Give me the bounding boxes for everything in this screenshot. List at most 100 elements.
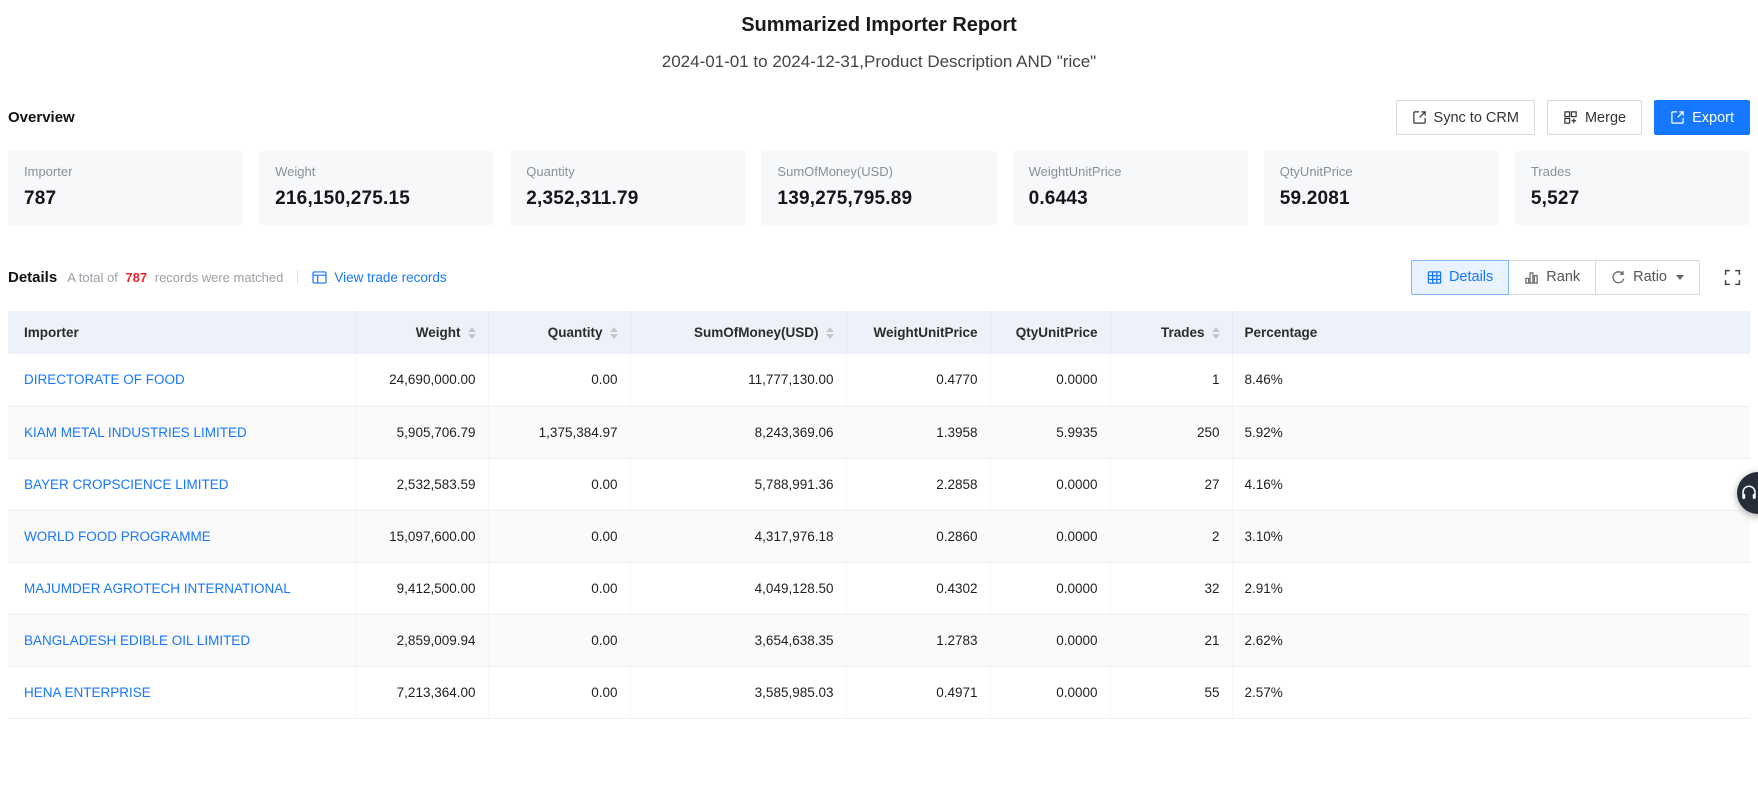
table-row: DIRECTORATE OF FOOD 24,690,000.000.0011,… <box>8 354 1750 406</box>
cell-weight: 2,859,009.94 <box>356 614 488 666</box>
cell-weight: 9,412,500.00 <box>356 562 488 614</box>
column-header-percentage: Percentage <box>1232 311 1750 354</box>
cell-quantity: 0.00 <box>488 666 630 718</box>
cell-qty_unit_price: 0.0000 <box>990 562 1110 614</box>
cell-quantity: 0.00 <box>488 458 630 510</box>
view-ratio-label: Ratio <box>1633 269 1667 285</box>
merge-label: Merge <box>1585 110 1626 126</box>
view-trade-records-label: View trade records <box>334 270 446 285</box>
importer-link[interactable]: BANGLADESH EDIBLE OIL LIMITED <box>24 633 250 648</box>
cell-percentage: 4.16% <box>1232 458 1750 510</box>
stat-label: QtyUnitPrice <box>1280 164 1483 179</box>
merge-button[interactable]: Merge <box>1547 100 1642 135</box>
overview-actions: Sync to CRM Merge Export <box>1396 100 1750 135</box>
details-header: Details A total of 787 records were matc… <box>8 259 1750 295</box>
page-title: Summarized Importer Report <box>8 14 1750 37</box>
cell-qty_unit_price: 5.9935 <box>990 406 1110 458</box>
cell-trades: 21 <box>1110 614 1232 666</box>
column-header-weight[interactable]: Weight <box>356 311 488 354</box>
sort-icon <box>826 327 834 339</box>
stat-label: Quantity <box>526 164 729 179</box>
cell-trades: 1 <box>1110 354 1232 406</box>
cell-sum_of_money: 8,243,369.06 <box>630 406 846 458</box>
cell-trades: 32 <box>1110 562 1232 614</box>
view-ratio-button[interactable]: Ratio <box>1595 260 1700 295</box>
cell-importer: BAYER CROPSCIENCE LIMITED <box>8 458 356 510</box>
column-header-quantity[interactable]: Quantity <box>488 311 630 354</box>
column-header-trades[interactable]: Trades <box>1110 311 1232 354</box>
cell-sum_of_money: 3,585,985.03 <box>630 666 846 718</box>
table-row: HENA ENTERPRISE 7,213,364.000.003,585,98… <box>8 666 1750 718</box>
cell-importer: KIAM METAL INDUSTRIES LIMITED <box>8 406 356 458</box>
cell-qty_unit_price: 0.0000 <box>990 354 1110 406</box>
cell-sum_of_money: 3,654,638.35 <box>630 614 846 666</box>
details-title: Details <box>8 269 57 286</box>
match-summary: A total of 787 records were matched <box>67 270 283 285</box>
cell-weight: 2,532,583.59 <box>356 458 488 510</box>
cell-trades: 2 <box>1110 510 1232 562</box>
trade-records-icon <box>312 271 327 284</box>
sync-icon <box>1412 110 1427 125</box>
export-label: Export <box>1692 110 1734 126</box>
cell-weight: 7,213,364.00 <box>356 666 488 718</box>
view-trade-records-link[interactable]: View trade records <box>312 270 446 285</box>
cell-importer: WORLD FOOD PROGRAMME <box>8 510 356 562</box>
cell-quantity: 0.00 <box>488 614 630 666</box>
column-header-sum_of_money[interactable]: SumOfMoney(USD) <box>630 311 846 354</box>
match-prefix: A total of <box>67 270 118 285</box>
view-rank-button[interactable]: Rank <box>1508 260 1596 295</box>
importer-link[interactable]: WORLD FOOD PROGRAMME <box>24 529 211 544</box>
importer-table: Importer Weight Quantity SumOfMoney(USD)… <box>8 311 1750 719</box>
sync-to-crm-button[interactable]: Sync to CRM <box>1396 100 1535 135</box>
cell-trades: 27 <box>1110 458 1232 510</box>
table-row: KIAM METAL INDUSTRIES LIMITED 5,905,706.… <box>8 406 1750 458</box>
stat-card: WeightUnitPrice 0.6443 <box>1013 151 1248 225</box>
cell-importer: DIRECTORATE OF FOOD <box>8 354 356 406</box>
cell-importer: BANGLADESH EDIBLE OIL LIMITED <box>8 614 356 666</box>
export-icon <box>1670 110 1685 125</box>
cell-sum_of_money: 5,788,991.36 <box>630 458 846 510</box>
view-rank-label: Rank <box>1546 269 1580 285</box>
table-row: BANGLADESH EDIBLE OIL LIMITED 2,859,009.… <box>8 614 1750 666</box>
stat-label: Trades <box>1531 164 1734 179</box>
stat-value: 5,527 <box>1531 188 1734 210</box>
stat-value: 59.2081 <box>1280 188 1483 210</box>
cell-weight_unit_price: 0.2860 <box>846 510 990 562</box>
page-subtitle: 2024-01-01 to 2024-12-31,Product Descrip… <box>8 52 1750 72</box>
cell-importer: HENA ENTERPRISE <box>8 666 356 718</box>
sort-icon <box>610 327 618 339</box>
table-row: WORLD FOOD PROGRAMME 15,097,600.000.004,… <box>8 510 1750 562</box>
match-count: 787 <box>125 270 147 285</box>
importer-link[interactable]: HENA ENTERPRISE <box>24 685 151 700</box>
table-row: MAJUMDER AGROTECH INTERNATIONAL 9,412,50… <box>8 562 1750 614</box>
cell-importer: MAJUMDER AGROTECH INTERNATIONAL <box>8 562 356 614</box>
importer-link[interactable]: MAJUMDER AGROTECH INTERNATIONAL <box>24 581 291 596</box>
cell-percentage: 8.46% <box>1232 354 1750 406</box>
cell-percentage: 5.92% <box>1232 406 1750 458</box>
cell-weight: 15,097,600.00 <box>356 510 488 562</box>
stat-card: Importer 787 <box>8 151 243 225</box>
merge-icon <box>1563 110 1578 125</box>
table-row: BAYER CROPSCIENCE LIMITED 2,532,583.590.… <box>8 458 1750 510</box>
export-button[interactable]: Export <box>1654 100 1750 135</box>
importer-link[interactable]: KIAM METAL INDUSTRIES LIMITED <box>24 425 247 440</box>
cell-qty_unit_price: 0.0000 <box>990 666 1110 718</box>
match-suffix: records were matched <box>155 270 284 285</box>
stat-value: 787 <box>24 188 227 210</box>
overview-header: Overview Sync to CRM Merge Export <box>8 100 1750 135</box>
importer-link[interactable]: BAYER CROPSCIENCE LIMITED <box>24 477 229 492</box>
stat-card: SumOfMoney(USD) 139,275,795.89 <box>761 151 996 225</box>
ratio-icon <box>1611 270 1626 285</box>
stat-label: SumOfMoney(USD) <box>777 164 980 179</box>
fullscreen-button[interactable] <box>1714 259 1750 295</box>
importer-link[interactable]: DIRECTORATE OF FOOD <box>24 372 185 387</box>
table-view-icon <box>1427 270 1442 285</box>
cell-percentage: 2.91% <box>1232 562 1750 614</box>
column-header-qty_unit_price: QtyUnitPrice <box>990 311 1110 354</box>
cell-qty_unit_price: 0.0000 <box>990 614 1110 666</box>
stat-label: WeightUnitPrice <box>1029 164 1232 179</box>
cell-sum_of_money: 11,777,130.00 <box>630 354 846 406</box>
view-details-button[interactable]: Details <box>1411 260 1509 295</box>
cell-weight: 24,690,000.00 <box>356 354 488 406</box>
stat-value: 2,352,311.79 <box>526 188 729 210</box>
